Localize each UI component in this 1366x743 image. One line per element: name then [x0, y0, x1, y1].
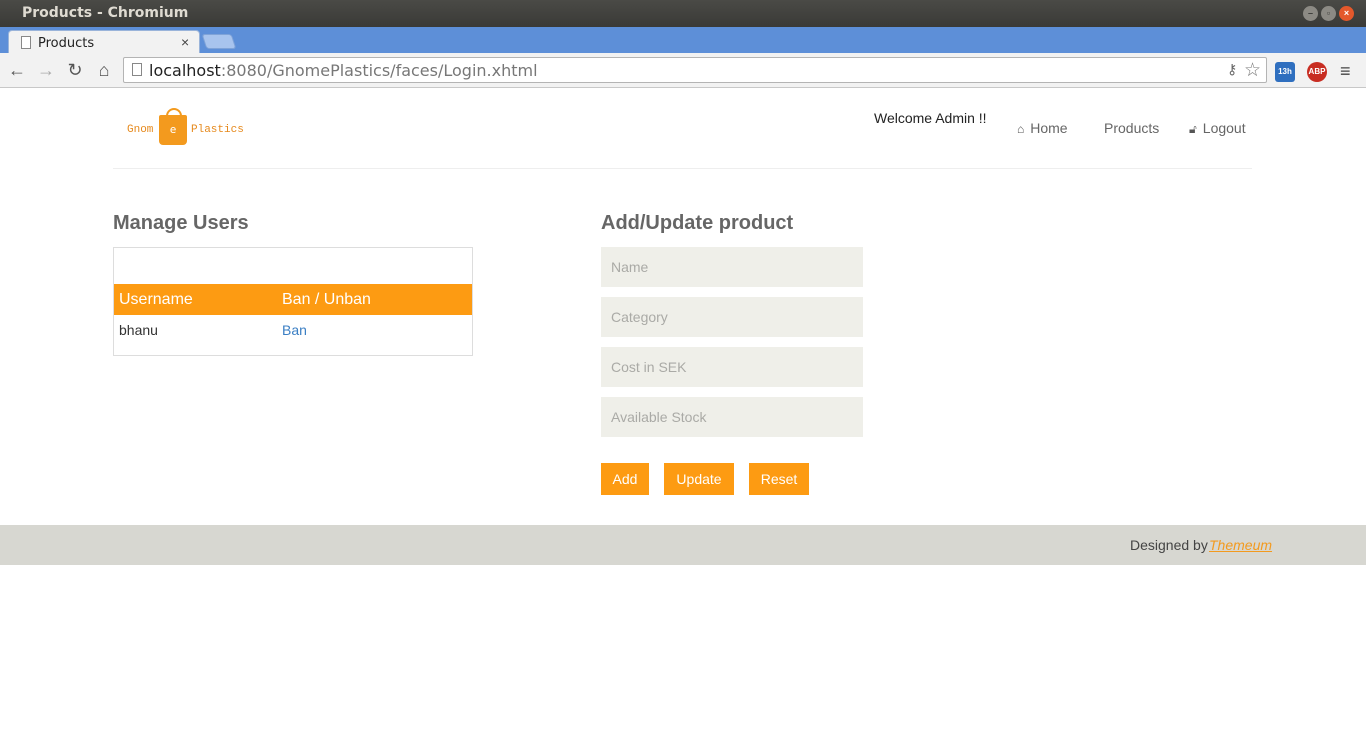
back-icon[interactable]: ← [7, 60, 27, 80]
key-icon[interactable]: ⚷ [1227, 61, 1237, 78]
menu-icon[interactable]: ≡ [1340, 61, 1351, 82]
url-text[interactable]: localhost:8080/GnomePlastics/faces/Login… [149, 61, 538, 80]
window-titlebar: Products - Chromium – ▫ × [0, 0, 1366, 27]
page-icon [132, 63, 142, 76]
page-icon [21, 36, 31, 49]
column-username: Username [119, 291, 193, 308]
calendar-extension-icon[interactable]: 13h [1275, 62, 1295, 82]
tab-products[interactable]: Products × [8, 30, 200, 54]
home-icon[interactable]: ⌂ [94, 60, 114, 80]
add-update-product-title: Add/Update product [601, 212, 794, 234]
reset-button[interactable]: Reset [749, 463, 809, 495]
nav-home-link[interactable]: ⌂ Home [1017, 120, 1068, 136]
nav-home-label: Home [1030, 120, 1068, 136]
browser-toolbar: ← → ↻ ⌂ localhost:8080/GnomePlastics/fac… [0, 53, 1366, 88]
url-path: :8080/GnomePlastics/faces/Login.xhtml [220, 61, 538, 80]
themeum-link[interactable]: Themeum [1209, 537, 1272, 553]
nav-products-label: Products [1104, 120, 1160, 136]
forward-icon[interactable]: → [36, 60, 56, 80]
logo-word-gnom: Gnom [127, 124, 154, 136]
manage-users-title: Manage Users [113, 212, 249, 234]
adblock-extension-icon[interactable]: ABP [1307, 62, 1327, 82]
minimize-icon[interactable]: – [1303, 6, 1318, 21]
unlock-icon: 🔓︎ [1189, 122, 1197, 136]
home-icon: ⌂ [1017, 122, 1025, 136]
url-host: localhost [149, 61, 221, 80]
header-divider [113, 168, 1252, 169]
add-button[interactable]: Add [601, 463, 649, 495]
category-field[interactable] [601, 297, 863, 337]
logo[interactable]: Gnom e Plastics [127, 107, 249, 149]
new-tab-button[interactable] [201, 34, 237, 49]
maximize-icon[interactable]: ▫ [1321, 6, 1336, 21]
close-tab-icon[interactable]: × [181, 34, 189, 50]
shopping-bag-icon: e [159, 108, 187, 145]
cost-field[interactable] [601, 347, 863, 387]
welcome-message: Welcome Admin !! [874, 110, 987, 126]
name-field[interactable] [601, 247, 863, 287]
window-title: Products - Chromium [22, 5, 189, 21]
logo-word-plastics: Plastics [191, 124, 244, 136]
close-window-icon[interactable]: × [1339, 6, 1354, 21]
users-table: Username Ban / Unban bhanu Ban [113, 247, 473, 356]
update-button[interactable]: Update [664, 463, 734, 495]
page-content: Gnom e Plastics Welcome Admin !! ⌂ Home P… [0, 89, 1366, 743]
address-bar[interactable]: localhost:8080/GnomePlastics/faces/Login… [123, 57, 1267, 83]
tab-title: Products [38, 36, 95, 51]
table-row: bhanu Ban [114, 315, 472, 346]
reload-icon[interactable]: ↻ [65, 60, 85, 80]
tab-strip: Products × [0, 27, 1366, 54]
footer: Designed by Themeum [0, 525, 1366, 565]
users-table-header: Username Ban / Unban [114, 284, 472, 315]
designed-by-text: Designed by [1130, 537, 1208, 553]
bookmark-star-icon[interactable]: ☆ [1244, 59, 1261, 82]
stock-field[interactable] [601, 397, 863, 437]
logo-bag-letter: e [169, 123, 177, 136]
username-cell: bhanu [119, 322, 158, 338]
column-ban-unban: Ban / Unban [282, 291, 371, 308]
nav-logout-label: Logout [1202, 120, 1246, 136]
nav-products-link[interactable]: Products [1104, 120, 1159, 136]
ban-link[interactable]: Ban [282, 322, 307, 338]
nav-logout-link[interactable]: 🔓︎ Logout [1189, 120, 1246, 137]
